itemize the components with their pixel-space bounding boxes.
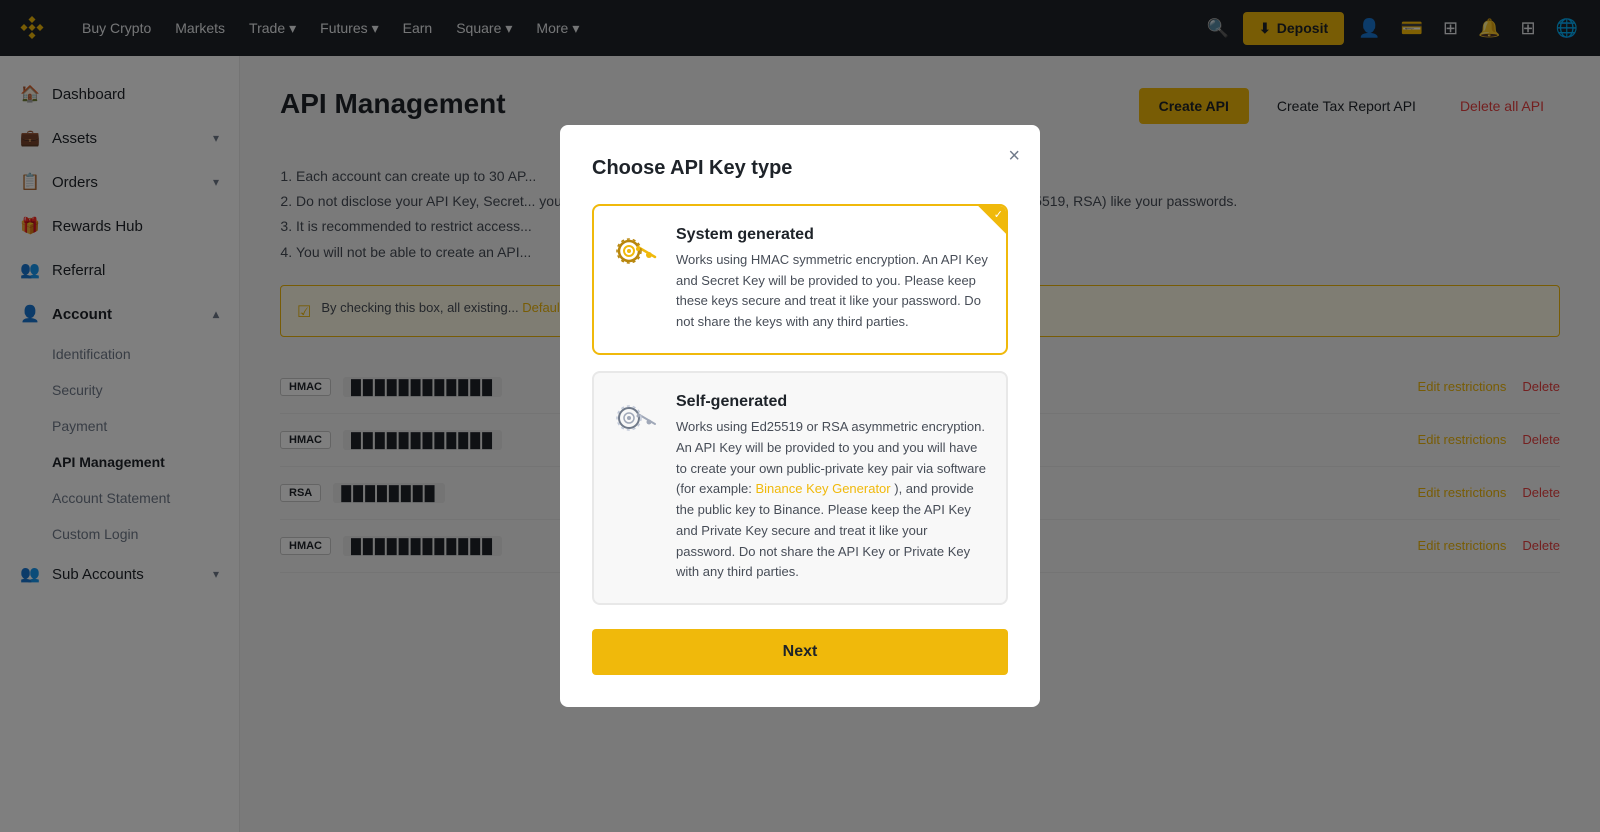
choose-api-key-modal: Choose API Key type × ✓ System genera [560, 125, 1040, 708]
system-generated-content: System generated Works using HMAC symmet… [676, 226, 990, 333]
modal-close-button[interactable]: × [1008, 145, 1020, 168]
self-generated-title: Self-generated [676, 393, 990, 411]
system-generated-option[interactable]: ✓ System generated Works using HMAC symm… [592, 204, 1008, 355]
self-generated-option[interactable]: Self-generated Works using Ed25519 or RS… [592, 371, 1008, 605]
binance-key-generator-link[interactable]: Binance Key Generator [755, 481, 890, 496]
system-generated-desc: Works using HMAC symmetric encryption. A… [676, 250, 990, 333]
self-generated-content: Self-generated Works using Ed25519 or RS… [676, 393, 990, 583]
modal-title: Choose API Key type [592, 157, 1008, 180]
self-key-icon [610, 393, 660, 443]
system-generated-title: System generated [676, 226, 990, 244]
self-generated-desc: Works using Ed25519 or RSA asymmetric en… [676, 417, 990, 583]
modal-overlay: Choose API Key type × ✓ System genera [0, 0, 1600, 832]
check-mark-icon: ✓ [994, 208, 1003, 221]
system-key-icon [610, 226, 660, 276]
next-button[interactable]: Next [592, 629, 1008, 675]
